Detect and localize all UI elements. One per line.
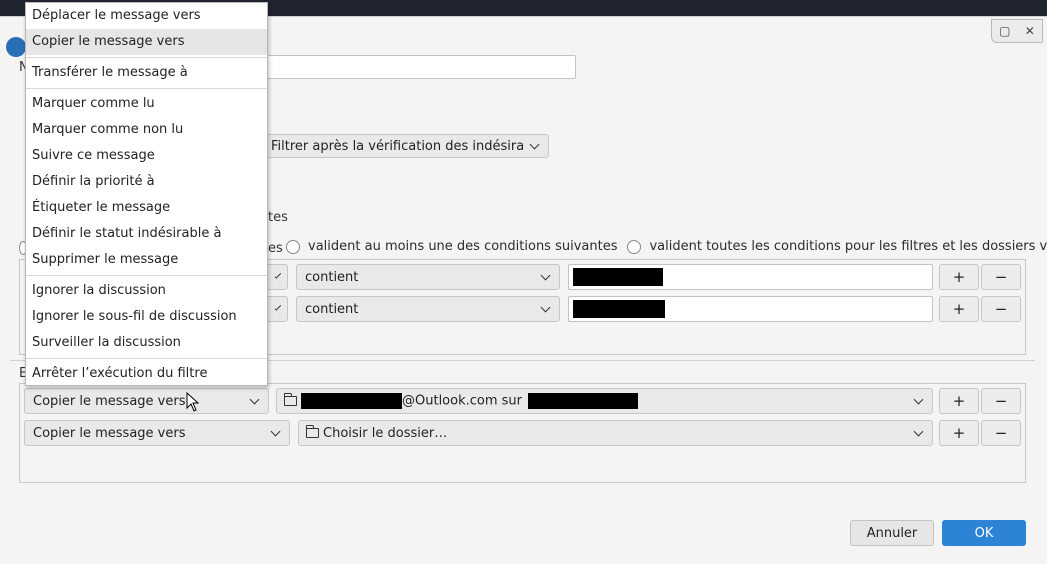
remove-action-button[interactable]: − xyxy=(981,420,1021,446)
redacted-block xyxy=(573,300,665,318)
chevron-down-icon xyxy=(913,426,924,436)
add-action-button[interactable]: + xyxy=(939,388,979,414)
match-options: valident au moins une des conditions sui… xyxy=(286,239,1047,254)
mouse-cursor-icon xyxy=(186,392,200,412)
menu-separator xyxy=(26,358,267,359)
menu-item-mark-read[interactable]: Marquer comme lu xyxy=(26,91,267,117)
add-condition-button[interactable]: + xyxy=(939,264,979,290)
menu-item-stop-filter[interactable]: Arrêter l’exécution du filtre xyxy=(26,361,267,387)
remove-condition-button[interactable]: − xyxy=(981,264,1021,290)
radio-all-virtual-label: valident toutes les conditions pour les … xyxy=(649,239,1047,254)
radio-all-virtual[interactable] xyxy=(627,239,642,254)
add-condition-button[interactable]: + xyxy=(939,296,979,322)
menu-item-priority[interactable]: Définir la priorité à xyxy=(26,169,267,195)
chevron-down-icon xyxy=(540,270,551,280)
chevron-down-icon xyxy=(274,303,282,311)
radio-all-label-fragment: es xyxy=(268,241,283,256)
menu-item-watch-thread[interactable]: Surveiller la discussion xyxy=(26,330,267,356)
menu-item-delete[interactable]: Supprimer le message xyxy=(26,247,267,273)
chevron-down-icon xyxy=(913,394,924,404)
menu-item-ignore-thread[interactable]: Ignorer la discussion xyxy=(26,278,267,304)
action-target-label: @Outlook.com sur xyxy=(402,393,523,409)
menu-separator xyxy=(26,88,267,89)
chevron-down-icon xyxy=(529,139,540,149)
menu-item-copy[interactable]: Copier le message vers xyxy=(26,29,267,55)
menu-item-tag[interactable]: Étiqueter le message xyxy=(26,195,267,221)
menu-separator xyxy=(26,57,267,58)
chevron-down-icon xyxy=(270,426,281,436)
redacted-block xyxy=(528,393,639,409)
remove-action-button[interactable]: − xyxy=(981,388,1021,414)
condition-operator-label: contient xyxy=(305,301,359,317)
action-type-label: Copier le message vers xyxy=(33,393,186,409)
menu-separator xyxy=(26,275,267,276)
menu-item-forward[interactable]: Transférer le message à xyxy=(26,60,267,86)
menu-item-mark-unread[interactable]: Marquer comme non lu xyxy=(26,117,267,143)
add-action-button[interactable]: + xyxy=(939,420,979,446)
chevron-down-icon xyxy=(540,302,551,312)
menu-item-move[interactable]: Déplacer le message vers xyxy=(26,3,267,29)
close-icon[interactable]: ✕ xyxy=(1025,25,1035,37)
thunderbird-icon xyxy=(6,37,26,57)
filter-timing-label: Filtrer après la vérification des indési… xyxy=(271,138,523,154)
condition-value-input[interactable] xyxy=(568,264,933,290)
radio-any-label: valident au moins une des conditions sui… xyxy=(308,239,618,254)
redacted-block xyxy=(301,393,402,409)
menu-item-flag[interactable]: Suivre ce message xyxy=(26,143,267,169)
condition-operator-select[interactable]: contient xyxy=(296,264,560,290)
menu-item-junk-status[interactable]: Définir le statut indésirable à xyxy=(26,221,267,247)
action-target-select[interactable]: @Outlook.com sur xyxy=(276,388,933,414)
condition-value-input[interactable] xyxy=(568,296,933,322)
chevron-down-icon xyxy=(249,394,260,404)
folder-icon xyxy=(306,425,319,438)
menu-item-ignore-subthread[interactable]: Ignorer le sous-fil de discussion xyxy=(26,304,267,330)
ok-button[interactable]: OK xyxy=(942,520,1026,546)
filter-name-input[interactable] xyxy=(262,55,576,79)
chevron-down-icon xyxy=(274,271,282,279)
redacted-block xyxy=(573,268,663,286)
action-target-select[interactable]: Choisir le dossier… xyxy=(298,420,933,446)
conditions-label-fragment: tes xyxy=(268,210,288,225)
radio-any-condition[interactable] xyxy=(286,239,300,254)
action-type-label: Copier le message vers xyxy=(33,425,186,441)
action-type-select[interactable]: Copier le message vers xyxy=(24,388,269,414)
condition-operator-label: contient xyxy=(305,269,359,285)
action-type-select[interactable]: Copier le message vers xyxy=(24,420,290,446)
action-type-menu: Déplacer le message vers Copier le messa… xyxy=(25,2,268,386)
condition-operator-select[interactable]: contient xyxy=(296,296,560,322)
action-target-label: Choisir le dossier… xyxy=(323,425,448,441)
folder-icon xyxy=(284,393,297,406)
remove-condition-button[interactable]: − xyxy=(981,296,1021,322)
filter-timing-select[interactable]: Filtrer après la vérification des indési… xyxy=(262,134,549,158)
maximize-icon[interactable]: ▢ xyxy=(999,25,1010,37)
window-controls: ▢ ✕ xyxy=(991,19,1043,43)
cancel-button[interactable]: Annuler xyxy=(850,520,934,546)
